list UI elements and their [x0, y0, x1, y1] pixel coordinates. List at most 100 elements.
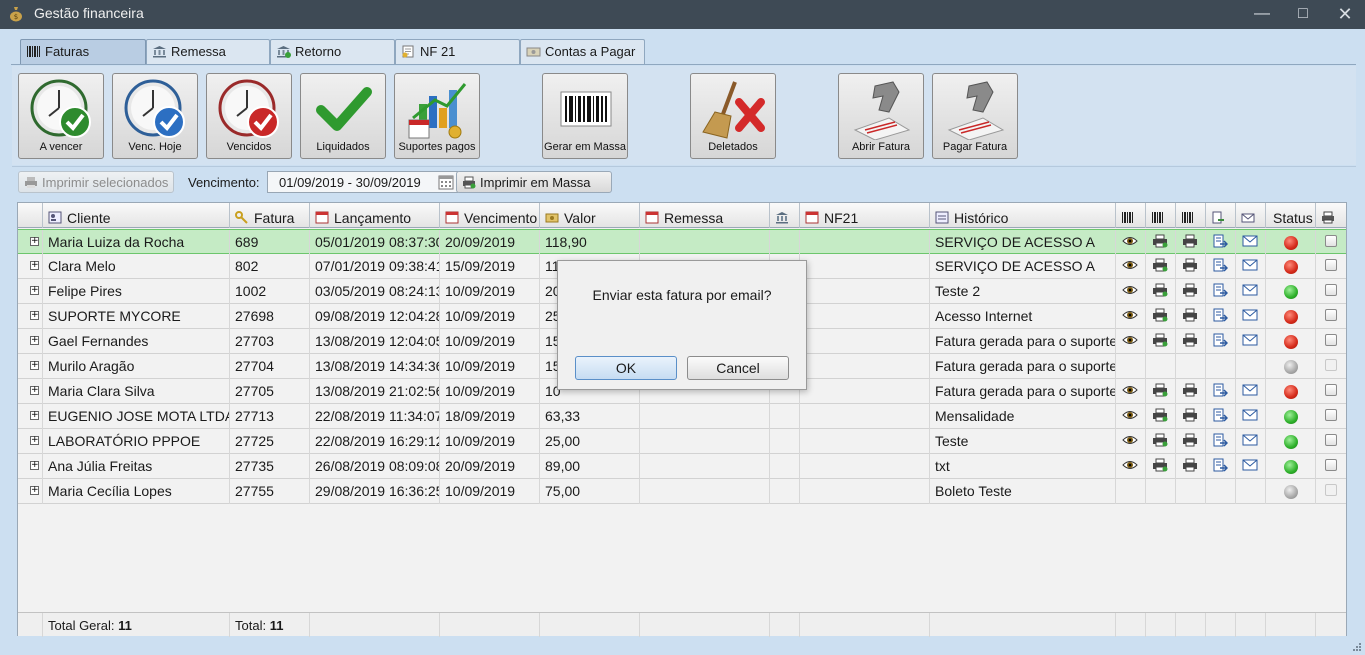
- row-checkbox[interactable]: [1325, 235, 1337, 247]
- document-export-icon[interactable]: [1212, 408, 1228, 422]
- printer-icon[interactable]: [1152, 408, 1168, 422]
- eye-icon[interactable]: [1122, 333, 1138, 347]
- row-checkbox[interactable]: [1325, 384, 1337, 396]
- venc-hoje-button[interactable]: Venc. Hoje: [112, 73, 198, 159]
- expand-icon[interactable]: +: [30, 361, 39, 370]
- expand-icon[interactable]: +: [30, 386, 39, 395]
- row-checkbox[interactable]: [1325, 309, 1337, 321]
- cancel-button[interactable]: Cancel: [687, 356, 789, 380]
- print-selected-button[interactable]: Imprimir selecionados: [18, 171, 174, 193]
- printer-icon[interactable]: [1182, 234, 1198, 248]
- tab-contas-a-pagar[interactable]: Contas a Pagar: [520, 39, 645, 64]
- suportes-pagos-button[interactable]: Suportes pagos: [394, 73, 480, 159]
- row-checkbox[interactable]: [1325, 434, 1337, 446]
- expand-icon[interactable]: +: [30, 461, 39, 470]
- printer-icon[interactable]: [1182, 308, 1198, 322]
- email-icon[interactable]: [1242, 234, 1258, 248]
- header-valor[interactable]: Valor: [540, 203, 640, 228]
- header-vencimento[interactable]: Vencimento: [440, 203, 540, 228]
- expand-icon[interactable]: +: [30, 286, 39, 295]
- eye-icon[interactable]: [1122, 283, 1138, 297]
- printer-icon[interactable]: [1182, 333, 1198, 347]
- date-range-field[interactable]: 01/09/2019 - 30/09/2019: [267, 171, 458, 193]
- pagar-fatura-button[interactable]: Pagar Fatura: [932, 73, 1018, 159]
- document-export-icon[interactable]: [1212, 333, 1228, 347]
- minimize-button[interactable]: —: [1247, 4, 1277, 24]
- email-icon[interactable]: [1242, 258, 1258, 272]
- eye-icon[interactable]: [1122, 433, 1138, 447]
- eye-icon[interactable]: [1122, 258, 1138, 272]
- printer-icon[interactable]: [1152, 333, 1168, 347]
- email-icon[interactable]: [1242, 433, 1258, 447]
- eye-icon[interactable]: [1122, 308, 1138, 322]
- expand-icon[interactable]: +: [30, 436, 39, 445]
- header-export[interactable]: [1206, 203, 1236, 228]
- printer-icon[interactable]: [1182, 283, 1198, 297]
- document-export-icon[interactable]: [1212, 383, 1228, 397]
- row-checkbox[interactable]: [1325, 284, 1337, 296]
- print-mass-button[interactable]: Imprimir em Massa: [456, 171, 612, 193]
- maximize-button[interactable]: □: [1288, 4, 1318, 24]
- printer-icon[interactable]: [1152, 234, 1168, 248]
- document-export-icon[interactable]: [1212, 433, 1228, 447]
- email-icon[interactable]: [1242, 283, 1258, 297]
- row-checkbox[interactable]: [1325, 359, 1337, 371]
- printer-icon[interactable]: [1182, 383, 1198, 397]
- eye-icon[interactable]: [1122, 234, 1138, 248]
- expand-icon[interactable]: +: [30, 237, 39, 246]
- header-remessa[interactable]: Remessa: [640, 203, 770, 228]
- email-icon[interactable]: [1242, 383, 1258, 397]
- row-checkbox[interactable]: [1325, 484, 1337, 496]
- email-icon[interactable]: [1242, 333, 1258, 347]
- email-icon[interactable]: [1242, 408, 1258, 422]
- eye-icon[interactable]: [1122, 458, 1138, 472]
- printer-icon[interactable]: [1182, 408, 1198, 422]
- header-lancamento[interactable]: Lançamento: [310, 203, 440, 228]
- tab-faturas[interactable]: Faturas: [20, 39, 146, 64]
- deletados-button[interactable]: Deletados: [690, 73, 776, 159]
- row-checkbox[interactable]: [1325, 259, 1337, 271]
- header-print[interactable]: [1316, 203, 1346, 228]
- table-row[interactable]: + EUGENIO JOSE MOTA LTDA 27713 22/08/2019 1…: [18, 404, 1346, 429]
- header-historico[interactable]: Histórico: [930, 203, 1116, 228]
- email-icon[interactable]: [1242, 458, 1258, 472]
- expand-icon[interactable]: +: [30, 261, 39, 270]
- printer-icon[interactable]: [1152, 458, 1168, 472]
- header-barcode-print[interactable]: [1146, 203, 1176, 228]
- close-button[interactable]: ✕: [1330, 4, 1360, 24]
- header-status[interactable]: Status: [1266, 203, 1316, 228]
- expand-icon[interactable]: +: [30, 336, 39, 345]
- table-row[interactable]: + LABORATÓRIO PPPOE 27725 22/08/2019 16:29:…: [18, 429, 1346, 454]
- table-row[interactable]: + Maria Luiza da Rocha 689 05/01/2019 08:37…: [18, 229, 1346, 255]
- header-nf21[interactable]: NF21: [800, 203, 930, 228]
- header-cliente[interactable]: Cliente: [43, 203, 230, 228]
- document-export-icon[interactable]: [1212, 283, 1228, 297]
- printer-icon[interactable]: [1152, 258, 1168, 272]
- printer-icon[interactable]: [1152, 308, 1168, 322]
- row-checkbox[interactable]: [1325, 459, 1337, 471]
- gerar-em-massa-button[interactable]: Gerar em Massa: [542, 73, 628, 159]
- expand-icon[interactable]: +: [30, 311, 39, 320]
- abrir-fatura-button[interactable]: Abrir Fatura: [838, 73, 924, 159]
- header-fatura[interactable]: Fatura: [230, 203, 310, 228]
- ok-button[interactable]: OK: [575, 356, 677, 380]
- header-barcode-view[interactable]: [1116, 203, 1146, 228]
- printer-icon[interactable]: [1152, 433, 1168, 447]
- printer-icon[interactable]: [1182, 458, 1198, 472]
- eye-icon[interactable]: [1122, 408, 1138, 422]
- liquidados-button[interactable]: Liquidados: [300, 73, 386, 159]
- row-checkbox[interactable]: [1325, 334, 1337, 346]
- document-export-icon[interactable]: [1212, 258, 1228, 272]
- email-icon[interactable]: [1242, 308, 1258, 322]
- printer-icon[interactable]: [1182, 258, 1198, 272]
- a-vencer-button[interactable]: A vencer: [18, 73, 104, 159]
- table-row[interactable]: + Maria Cecília Lopes 27755 29/08/2019 16:3…: [18, 479, 1346, 504]
- printer-icon[interactable]: [1152, 283, 1168, 297]
- resize-grip-icon[interactable]: [1352, 642, 1362, 652]
- tab-remessa[interactable]: Remessa: [146, 39, 270, 64]
- document-export-icon[interactable]: [1212, 234, 1228, 248]
- eye-icon[interactable]: [1122, 383, 1138, 397]
- table-row[interactable]: + Ana Júlia Freitas 27735 26/08/2019 08:09:…: [18, 454, 1346, 479]
- expand-icon[interactable]: +: [30, 411, 39, 420]
- expand-icon[interactable]: +: [30, 486, 39, 495]
